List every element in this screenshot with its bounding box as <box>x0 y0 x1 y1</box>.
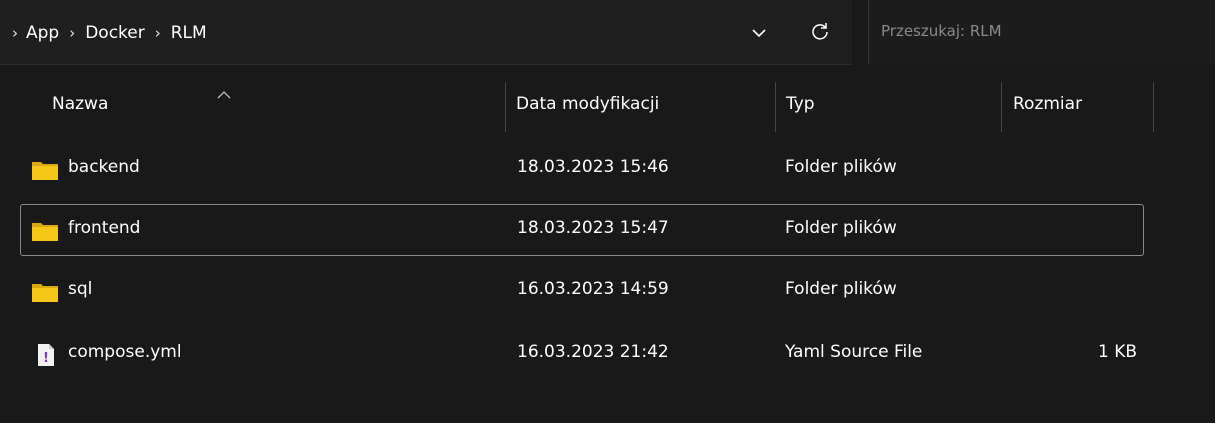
chevron-down-icon[interactable] <box>748 22 770 44</box>
list-item[interactable]: backend 18.03.2023 15:46 Folder plików <box>20 143 1144 195</box>
address-bar[interactable]: › App › Docker › RLM <box>0 0 852 65</box>
file-type: Folder plików <box>785 279 897 299</box>
search-placeholder: Przeszukaj: RLM <box>881 22 1002 40</box>
file-name: frontend <box>68 218 141 238</box>
breadcrumb-separator-icon[interactable]: › <box>145 24 171 42</box>
file-date: 16.03.2023 21:42 <box>517 342 669 362</box>
file-name: compose.yml <box>68 342 182 362</box>
file-name: sql <box>68 279 93 299</box>
list-item[interactable]: sql 16.03.2023 14:59 Folder plików <box>20 265 1144 317</box>
column-header-size[interactable]: Rozmiar <box>1013 94 1082 114</box>
breadcrumb: › App › Docker › RLM <box>12 20 207 46</box>
breadcrumb-item-rlm[interactable]: RLM <box>171 23 207 43</box>
file-type: Folder plików <box>785 218 897 238</box>
column-header-type[interactable]: Typ <box>786 94 815 114</box>
column-divider[interactable] <box>1001 82 1002 132</box>
breadcrumb-item-app[interactable]: App <box>26 23 59 43</box>
list-item[interactable]: ! compose.yml 16.03.2023 21:42 Yaml Sour… <box>20 328 1144 380</box>
refresh-icon <box>812 23 828 40</box>
breadcrumb-separator-icon[interactable]: › <box>59 24 85 42</box>
column-divider[interactable] <box>775 82 776 132</box>
column-header: Nazwa Data modyfikacji Typ Rozmiar <box>0 78 1215 134</box>
file-date: 18.03.2023 15:47 <box>517 218 669 238</box>
column-header-date[interactable]: Data modyfikacji <box>516 94 659 114</box>
sort-ascending-icon <box>217 84 231 103</box>
svg-text:!: ! <box>43 351 49 366</box>
breadcrumb-chevron-icon[interactable]: › <box>12 24 26 42</box>
breadcrumb-item-docker[interactable]: Docker <box>85 23 145 43</box>
column-divider[interactable] <box>505 82 506 132</box>
toolbar: › App › Docker › RLM Przeszukaj: RLM <box>0 0 1215 66</box>
search-input[interactable]: Przeszukaj: RLM <box>868 0 1215 64</box>
file-date: 16.03.2023 14:59 <box>517 279 669 299</box>
folder-icon <box>32 162 58 180</box>
yaml-file-icon: ! <box>38 344 54 366</box>
file-type: Folder plików <box>785 157 897 177</box>
file-name: backend <box>68 157 140 177</box>
file-type: Yaml Source File <box>785 342 923 362</box>
list-item[interactable]: frontend 18.03.2023 15:47 Folder plików <box>20 204 1144 256</box>
refresh-button[interactable] <box>805 16 835 46</box>
folder-icon <box>32 223 58 241</box>
file-date: 18.03.2023 15:46 <box>517 157 669 177</box>
file-size: 1 KB <box>1097 342 1137 362</box>
column-divider[interactable] <box>1153 82 1154 132</box>
folder-icon <box>32 284 58 302</box>
column-header-name[interactable]: Nazwa <box>52 94 108 114</box>
